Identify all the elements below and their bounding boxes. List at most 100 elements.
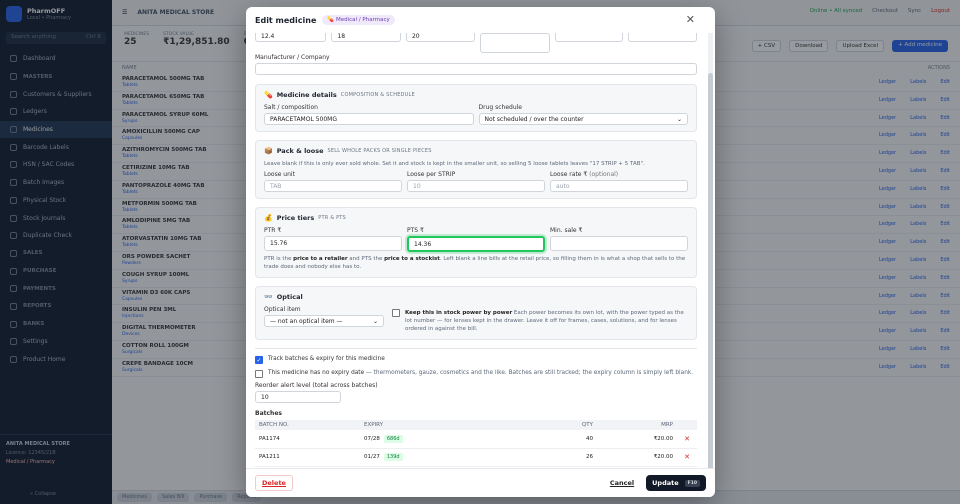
glasses-icon: 👓	[264, 292, 273, 301]
chevron-down-icon: ⌄	[372, 317, 378, 325]
manufacturer-label: Manufacturer / Company	[255, 54, 330, 61]
top-field-3[interactable]: 20	[405, 33, 476, 42]
table-row: PA1174 07/28 686d 40 ₹20.00 ✕	[255, 430, 697, 449]
min-sale-label: Min. sale ₹	[550, 227, 583, 234]
pack-loose-card: 📦 Pack & loose SELL WHOLE PACKS OR SINGLE …	[255, 140, 697, 199]
category-badge-label: Medical / Pharmacy	[336, 17, 390, 23]
medicine-details-subtitle: COMPOSITION & SCHEDULE	[340, 92, 415, 98]
box-icon: 📦	[264, 146, 273, 155]
price-hint-part: and PTS the	[347, 256, 385, 262]
no-expiry-label: This medicine has no expiry date	[268, 370, 365, 376]
drug-schedule-label: Drug schedule	[478, 104, 523, 111]
optical-item-value: — not an optical item —	[270, 317, 343, 325]
loose-rate-optional: (optional)	[589, 171, 619, 178]
batch-mrp[interactable]: ₹20.00	[597, 448, 677, 467]
no-expiry-desc: — thermometers, gauze, cosmetics and the…	[364, 370, 694, 376]
no-expiry-row: This medicine has no expiry date — therm…	[255, 370, 697, 378]
drug-schedule-select[interactable]: Not scheduled / over the counter ⌄	[478, 113, 688, 125]
modal-header: Edit medicine 💊 Medical / Pharmacy ✕	[246, 7, 715, 33]
reorder-input[interactable]: 10	[255, 391, 341, 403]
price-tiers-title: Price tiers	[276, 214, 315, 222]
track-batches-checkbox[interactable]: ✓	[255, 356, 263, 364]
remove-batch-icon[interactable]: ✕	[684, 435, 690, 443]
track-batches-label: Track batches & expiry for this medicine	[268, 356, 385, 362]
days-left-badge: 139d	[383, 453, 403, 461]
close-icon[interactable]: ✕	[686, 13, 695, 26]
pill-icon: 💊	[327, 17, 335, 23]
batch-mrp[interactable]: ₹20.00	[597, 430, 677, 449]
manufacturer-input[interactable]	[255, 63, 697, 75]
batch-no[interactable]: PA1174	[255, 430, 360, 449]
batch-no[interactable]: PA1211	[255, 448, 360, 467]
salt-input[interactable]: PARACETAMOL 500MG	[264, 113, 474, 125]
pts-label: PTS ₹	[407, 227, 424, 234]
chevron-down-icon: ⌄	[676, 115, 682, 123]
pack-loose-title: Pack & loose	[276, 147, 324, 155]
loose-rate-input[interactable]: auto	[550, 180, 688, 192]
loose-per-input[interactable]: 10	[407, 180, 545, 192]
keep-by-power-checkbox[interactable]	[392, 309, 400, 317]
no-expiry-checkbox[interactable]	[255, 370, 263, 378]
modal-body: 12.4 18 20 Manufacturer / Company 💊 Medic…	[246, 33, 706, 468]
modal-scrollbar[interactable]	[708, 33, 713, 473]
ptr-input[interactable]: 15.76	[264, 236, 402, 251]
remove-batch-icon[interactable]: ✕	[684, 453, 690, 461]
cancel-button[interactable]: Cancel	[604, 476, 640, 490]
loose-rate-label-text: Loose rate ₹	[550, 171, 588, 178]
optical-card: 👓 Optical Optical item — not an optical i…	[255, 286, 697, 340]
min-sale-input[interactable]	[550, 236, 688, 251]
optical-title: Optical	[276, 293, 303, 301]
edit-medicine-modal: Edit medicine 💊 Medical / Pharmacy ✕ 12.…	[246, 7, 715, 497]
optical-item-label: Optical item	[264, 306, 301, 313]
loose-unit-input[interactable]: TAB	[264, 180, 402, 192]
update-shortcut: F10	[684, 479, 700, 487]
price-hint-bold: price to a retailer	[293, 256, 348, 262]
medicine-details-card: 💊 Medicine details COMPOSITION & SCHEDULE …	[255, 84, 697, 132]
money-bag-icon: 💰	[264, 213, 273, 222]
pill-icon: 💊	[264, 90, 273, 99]
batch-qty[interactable]: 40	[528, 430, 597, 449]
batch-expiry[interactable]: 07/28 686d	[360, 430, 529, 449]
reorder-label: Reorder alert level (total across batche…	[255, 382, 378, 389]
batch-expiry-date: 01/27	[364, 454, 380, 460]
keep-by-power-title: Keep this in stock power by power	[405, 310, 513, 316]
batch-expiry-date: 07/28	[364, 435, 380, 442]
table-row: PA1211 01/27 139d 26 ₹20.00 ✕	[255, 448, 697, 467]
batch-expiry[interactable]: 01/27 139d	[360, 448, 529, 467]
top-field-1[interactable]: 12.4	[255, 33, 327, 42]
loose-unit-label: Loose unit	[264, 171, 295, 178]
top-field-5[interactable]	[554, 33, 623, 42]
delete-button[interactable]: Delete	[255, 475, 293, 491]
batch-col-header: BATCH NO.	[255, 420, 360, 430]
batches-title: Batches	[255, 410, 282, 417]
batch-col-header: EXPIRY	[360, 420, 529, 430]
salt-label: Salt / composition	[264, 104, 318, 111]
top-field-6[interactable]	[627, 33, 697, 42]
category-badge: 💊 Medical / Pharmacy	[322, 15, 395, 25]
pack-loose-subtitle: SELL WHOLE PACKS OR SINGLE PIECES	[327, 148, 432, 154]
days-left-badge: 686d	[383, 434, 403, 443]
loose-per-label: Loose per STRIP	[407, 171, 456, 178]
top-field-2[interactable]: 18	[331, 33, 401, 42]
batches-table: BATCH NO. EXPIRY QTY MRP PA1174 07/28 686d…	[255, 420, 697, 467]
price-hint-bold: price to a stockist	[384, 256, 440, 262]
price-hint-part: PTR is the	[264, 256, 294, 262]
ptr-label: PTR ₹	[264, 227, 282, 234]
batch-col-header: QTY	[528, 420, 597, 430]
track-batches-row: ✓ Track batches & expiry for this medici…	[255, 356, 697, 364]
keep-by-power-text: Keep this in stock power by power Each p…	[405, 309, 688, 333]
medicine-details-title: Medicine details	[276, 91, 337, 99]
loose-rate-label: Loose rate ₹ (optional)	[550, 171, 688, 178]
modal-title: Edit medicine	[255, 15, 317, 25]
batch-col-header: MRP	[597, 420, 677, 430]
optical-item-select[interactable]: — not an optical item — ⌄	[264, 315, 384, 327]
batch-qty[interactable]: 26	[528, 448, 597, 467]
pack-loose-hint: Leave blank if this is only ever sold wh…	[264, 161, 645, 167]
update-button[interactable]: Update F10	[646, 475, 706, 491]
price-tiers-card: 💰 Price tiers PTR & PTS PTR ₹ 15.76 PTS ₹ 14…	[255, 207, 697, 278]
modal-footer: Delete Cancel Update F10	[246, 468, 715, 497]
pts-input[interactable]: 14.36	[407, 236, 545, 252]
price-tiers-hint: PTR is the price to a retailer and PTS t…	[264, 255, 688, 271]
price-tiers-subtitle: PTR & PTS	[318, 215, 346, 221]
top-field-4[interactable]	[480, 33, 550, 53]
